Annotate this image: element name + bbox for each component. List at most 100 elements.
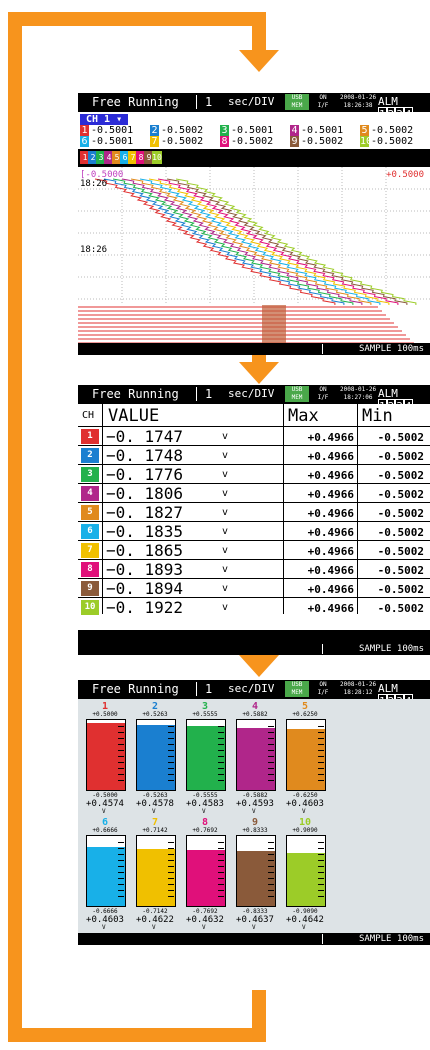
channel-value: −0. 1835 (106, 522, 184, 541)
table-row: 9 −0. 1894 v +0.4966 -0.5002 (78, 578, 430, 598)
cursor-block (262, 305, 286, 345)
usb-label: USB (291, 386, 303, 393)
table-row: 1 −0. 1747 v +0.4966 -0.5002 (78, 426, 430, 446)
meter-scale-ticks (168, 842, 174, 900)
header-divider (196, 387, 197, 401)
usb-label: USB (291, 681, 303, 688)
channel-value: -0.5002 (371, 125, 414, 136)
meter-unit: V (252, 808, 256, 815)
col-ch-header: CH (82, 410, 95, 421)
status-footer: SAMPLE 100ms (78, 933, 430, 945)
channel-number: 4 (81, 486, 99, 501)
meter-bar (236, 835, 276, 907)
table-row: 10 −0. 1922 v +0.4966 -0.5002 (78, 597, 430, 617)
channel-number: 6 (80, 136, 89, 147)
min-value: -0.5002 (377, 507, 424, 520)
lan-indicator: ON I/F (311, 681, 335, 697)
digital-values-screen: Free Running 1 sec/DIV USB MEM ON I/F 20… (78, 385, 430, 655)
meter-min-label: -0.5882 (242, 792, 268, 799)
waveform-screen: Free Running 1 sec/DIV USB MEM ON I/F 20… (78, 93, 430, 355)
unit-label: v (222, 564, 229, 575)
channel-number: 2 (81, 448, 99, 463)
lan-on-label: ON (319, 386, 327, 393)
max-value: +0.4966 (307, 507, 354, 520)
min-value: -0.5002 (377, 488, 424, 501)
meter-scale-ticks (118, 726, 124, 784)
channel-number: 4 (290, 125, 299, 136)
date-text: 2008-01-26 (340, 94, 377, 101)
meter-scale-ticks (118, 842, 124, 900)
meter-scale-ticks (268, 726, 274, 784)
meter-unit: V (302, 924, 306, 931)
page-number: 1 (205, 682, 213, 696)
channel-number: 8 (81, 562, 99, 577)
lan-if-label: I/F (317, 689, 329, 696)
date-text: 2008-01-26 (340, 681, 377, 688)
bar-meter: 4 +0.5882 -0.5882 +0.4593 V (230, 701, 280, 815)
time-text: 18:28:12 (343, 689, 373, 696)
min-value: -0.5002 (377, 602, 424, 615)
mem-label: MEM (291, 394, 303, 401)
table-row: 5 −0. 1827 v +0.4966 -0.5002 (78, 502, 430, 522)
channel-number: 2 (150, 125, 159, 136)
meter-bar (236, 719, 276, 791)
meter-min-label: -0.9090 (292, 908, 318, 915)
meter-bar (136, 719, 176, 791)
bar-meter: 1 +0.5000 -0.5000 +0.4574 V (80, 701, 130, 815)
lan-if-label: I/F (317, 394, 329, 401)
channel-number: 3 (220, 125, 229, 136)
channel-number: 5 (81, 505, 99, 520)
meter-bar (186, 835, 226, 907)
bar-meter-screen: Free Running 1 sec/DIV USB MEM ON I/F 20… (78, 680, 430, 945)
channel-reading: 9 -0.5002 (290, 136, 343, 147)
channel-selector[interactable]: CH 1 ▾ (80, 114, 129, 125)
channel-value: -0.5002 (161, 136, 204, 147)
meter-max-label: +0.7142 (142, 827, 168, 834)
table-row: 2 −0. 1748 v +0.4966 -0.5002 (78, 445, 430, 465)
usb-indicator: USB MEM (285, 681, 309, 697)
timebase-label: sec/DIV (228, 387, 275, 400)
lan-on-label: ON (319, 94, 327, 101)
table-row: 7 −0. 1865 v +0.4966 -0.5002 (78, 540, 430, 560)
page-number: 1 (205, 95, 213, 109)
loop-line-right-top (252, 12, 266, 50)
unit-label: v (222, 450, 229, 461)
max-value: +0.4966 (307, 469, 354, 482)
meter-max-label: +0.8333 (242, 827, 268, 834)
lan-indicator: ON I/F (311, 386, 335, 402)
meter-scale-ticks (268, 842, 274, 900)
meter-scale-ticks (168, 726, 174, 784)
meter-unit: V (202, 808, 206, 815)
mem-label: MEM (291, 102, 303, 109)
meter-max-label: +0.5882 (242, 711, 268, 718)
values-table: CH VALUE Max Min 1 −0. 1747 v +0.4966 -0.500… (78, 404, 430, 630)
channel-chip[interactable]: 10 (152, 151, 162, 164)
channel-value: -0.5001 (301, 125, 344, 136)
unit-label: v (222, 469, 229, 480)
mode-label: Free Running (92, 95, 179, 109)
meter-bar (286, 835, 326, 907)
channel-value: −0. 1865 (106, 541, 184, 560)
loop-line-left (8, 12, 22, 1042)
lan-on-label: ON (319, 681, 327, 688)
max-value: +0.4966 (307, 564, 354, 577)
meter-unit: V (252, 924, 256, 931)
bar-meter: 7 +0.7142 -0.7142 +0.4622 V (130, 817, 180, 931)
col-max-header: Max (288, 406, 319, 426)
channel-value: -0.5002 (371, 136, 414, 147)
channel-value: −0. 1894 (106, 579, 184, 598)
meter-max-label: +0.5000 (92, 711, 118, 718)
time-text: 18:26:38 (343, 102, 373, 109)
channel-number: 8 (220, 136, 229, 147)
waveform-plot: [-0.5000 +0.5000 18:26 18:26 (78, 167, 430, 345)
channel-number: 5 (360, 125, 369, 136)
unit-label: v (222, 431, 229, 442)
meter-bar (286, 719, 326, 791)
table-row: 3 −0. 1776 v +0.4966 -0.5002 (78, 464, 430, 484)
usb-indicator: USB MEM (285, 94, 309, 110)
channel-number: 7 (150, 136, 159, 147)
mode-label: Free Running (92, 682, 179, 696)
page-number: 1 (205, 387, 213, 401)
min-value: -0.5002 (377, 450, 424, 463)
meter-scale-ticks (318, 726, 324, 784)
